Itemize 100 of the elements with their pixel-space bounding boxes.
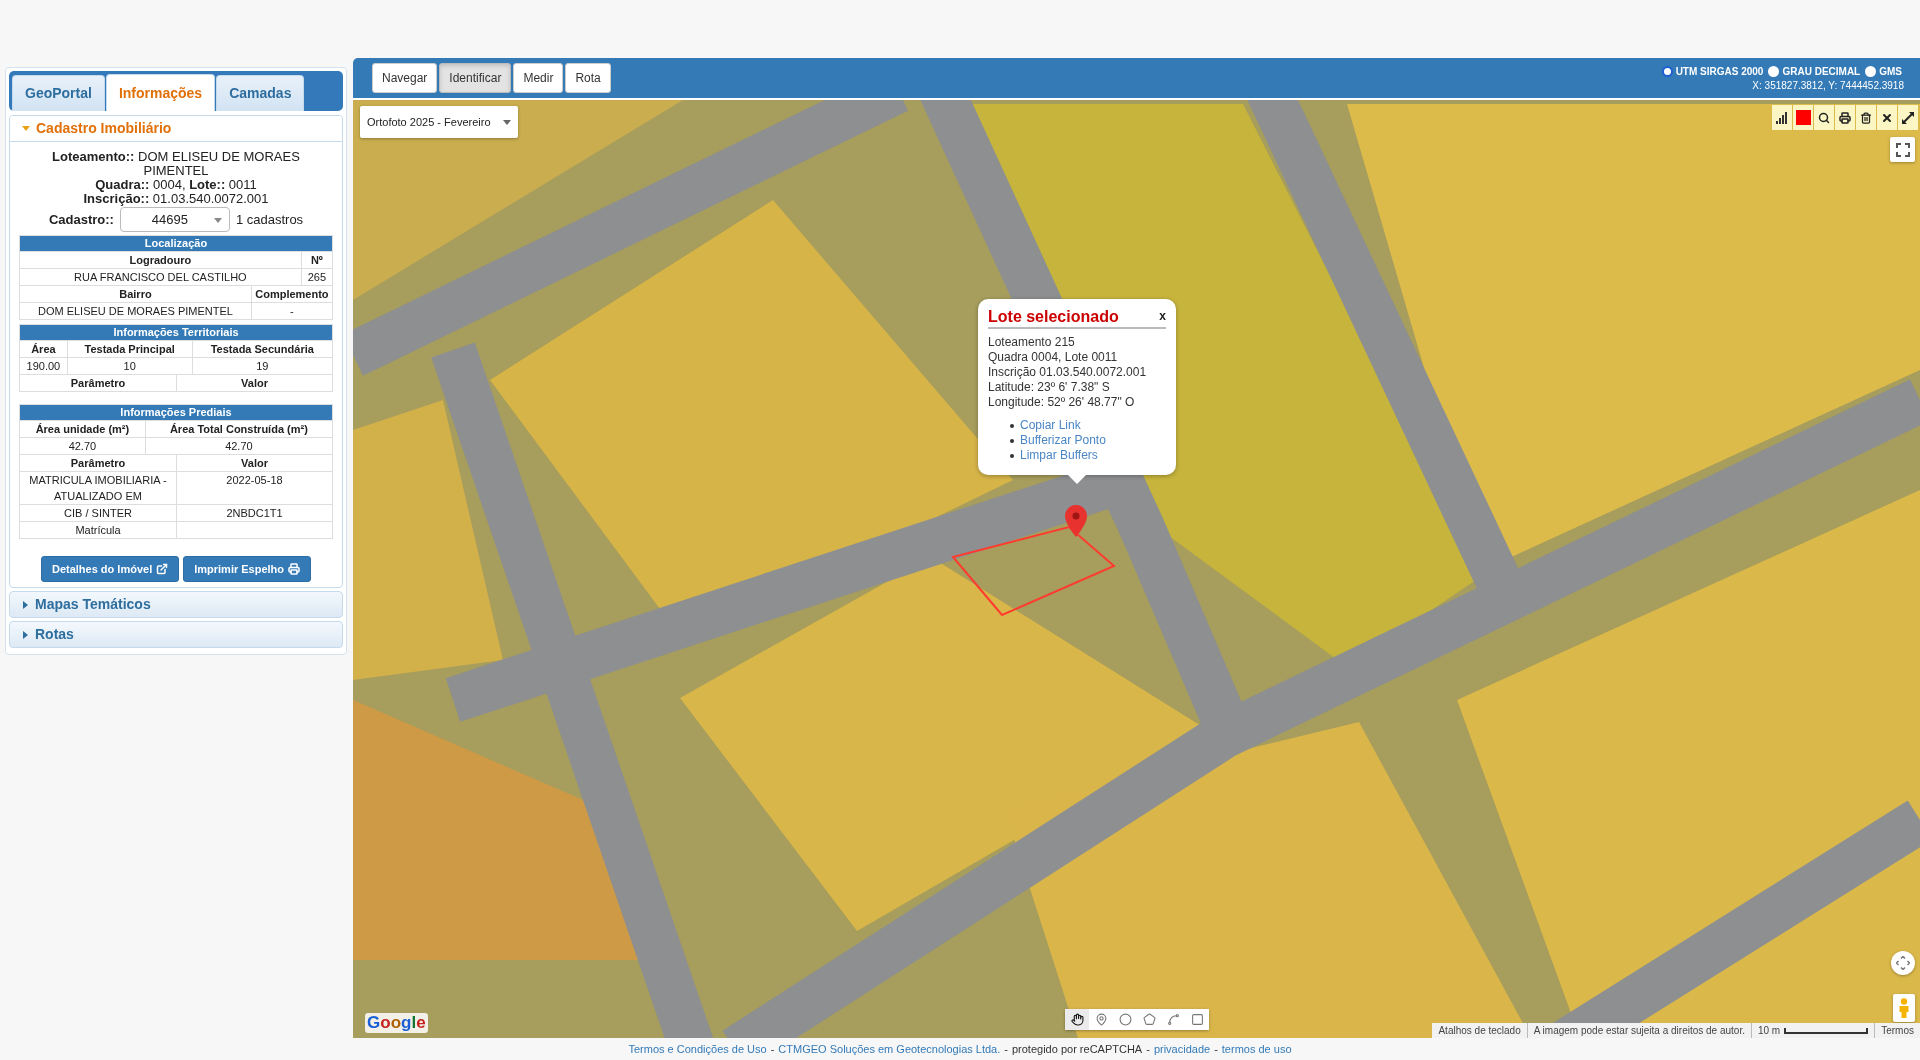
scale-label: 10 m [1757,1024,1781,1038]
attribution-link[interactable]: A imagem pode estar sujeita a direitos de autor. [1526,1023,1751,1038]
external-link-icon [156,563,169,575]
print-button[interactable] [1835,105,1855,130]
color-button[interactable] [1793,105,1813,130]
popup-text: Inscrição 01.03.540.0072.001 [988,365,1148,380]
section-header[interactable]: Cadastro Imobiliário [10,116,342,142]
column-header: Área Total Construída (m²) [144,421,332,437]
column-header: Logradouro [128,253,193,268]
table-cell-text: 190.00 [25,359,62,374]
field-label: Cadastro:: [48,210,114,229]
table-cell: - [250,303,332,319]
action-button[interactable]: Imprimir Espelho [183,556,312,582]
table-cell: 265 [300,269,332,285]
cursor-coordinates: X: 351827.3812, Y: 7444452.3918 [1752,79,1904,91]
caret-right-icon [23,630,28,639]
resize-button[interactable] [1898,105,1918,130]
fullscreen-button[interactable] [1890,137,1915,162]
drawing-tool-button[interactable] [1065,1009,1089,1030]
footer-link[interactable]: privacidade [1153,1042,1211,1056]
cadastro-select[interactable]: 44695 [119,207,230,232]
footer-text: protegido por reCAPTCHA [1011,1042,1143,1056]
footer-link[interactable]: Termos e Condições de Uso [628,1042,767,1056]
column-header: Nº [300,252,332,268]
delete-button[interactable] [1856,105,1876,130]
tab[interactable]: Informações [105,74,216,111]
table-cell-text: 42.70 [67,439,98,454]
print-icon [1839,111,1851,124]
separator-text: - [1146,1042,1150,1056]
table-cell-text: DOM ELISEU DE MORAES PIMENTEL [36,304,234,319]
search-button[interactable] [1814,105,1834,130]
table-title: Localização [20,236,332,251]
column-header: Bairro [118,287,153,302]
caret-down-icon [213,218,222,223]
map-logo: Google [365,1013,428,1033]
column-header: Parâmetro [69,456,127,471]
footer-link[interactable]: termos de uso [1221,1042,1292,1056]
map-pin-icon [1094,1013,1108,1026]
column-header: Parâmetro [69,376,127,391]
chart-button[interactable] [1772,105,1792,130]
popup-link[interactable]: Bufferizar Ponto [1020,433,1106,448]
tool-button[interactable]: Identificar [439,63,512,93]
table-title: Informações Prediais [20,405,332,420]
separator-text: - [1214,1042,1218,1056]
popup-title: Lote selecionado [988,307,1119,326]
radio-label: GMS [1879,65,1902,77]
separator-text: - [770,1042,775,1056]
footer-link[interactable]: CTMGEO Soluções em Geotecnologias Ltda. [778,1042,1001,1056]
radio-button[interactable] [1768,65,1780,77]
table-title: Informações Territoriais [20,325,332,340]
square-icon [1190,1013,1204,1026]
action-button[interactable]: Detalhes do Imóvel [40,556,180,582]
trash-icon [1860,111,1872,124]
column-header: Complemento [250,286,332,302]
hand-icon [1070,1013,1084,1026]
close-icon [1881,111,1893,124]
bullet-icon [1010,453,1014,458]
attribution-link[interactable]: Atalhos de teclado [1432,1023,1527,1038]
bullet-icon [1010,438,1014,443]
caret-right-icon [23,600,28,609]
close-button[interactable] [1877,105,1897,130]
caret-down-icon [22,126,30,131]
map-pin-icon [1065,505,1087,537]
signal-bars-icon [1776,111,1788,124]
separator-text: - [1004,1042,1008,1056]
count-text: 1 cadastros [235,210,304,229]
circle-icon [1118,1013,1132,1026]
column-header: Valor [176,375,332,391]
radio-button[interactable] [1661,65,1673,77]
person-icon [1898,998,1910,1018]
popup-text: Quadra 0004, Lote 0011 [988,350,1119,365]
section-header[interactable]: Mapas Temáticos [9,591,343,618]
popup-link[interactable]: Copiar Link [1020,418,1081,433]
tab[interactable]: GeoPortal [12,75,105,111]
scale-bar-icon [1784,1027,1869,1034]
tab[interactable]: Camadas [216,75,305,111]
diagonal-arrows-icon [1902,111,1914,124]
radio-button[interactable] [1865,65,1877,77]
line-icon [1166,1013,1180,1026]
tool-button[interactable]: Medir [513,63,564,93]
popup-text: Latitude: 23º 6' 7.38" S [988,380,1111,395]
column-header: Testada Principal [66,341,192,357]
summary-text: Inscrição:: 01.03.540.0072.001 [83,192,269,206]
popup-link[interactable]: Limpar Buffers [1020,448,1098,463]
table-cell: 2NBDC1T1 [176,505,332,521]
popup-text: Loteamento 215 [988,335,1076,350]
four-arrows-icon [1896,956,1910,970]
attribution-link[interactable]: Termos [1874,1023,1920,1038]
bullet-icon [1010,423,1014,428]
section-header[interactable]: Rotas [9,621,343,648]
table-cell-text: MATRICULA IMOBILIARIA - ATUALIZADO EM [28,473,168,504]
tool-button[interactable]: Navegar [372,63,438,93]
caret-down-icon [503,119,511,125]
radio-label: UTM SIRGAS 2000 [1675,65,1764,77]
column-header: Área [30,342,57,357]
basemap-select[interactable]: Ortofoto 2025 - Fevereiro [360,106,518,138]
tool-button[interactable]: Rota [565,63,611,93]
close-button[interactable]: x [1159,309,1166,323]
polygon-icon [1142,1013,1156,1026]
table-cell-text: RUA FRANCISCO DEL CASTILHO [73,270,248,285]
